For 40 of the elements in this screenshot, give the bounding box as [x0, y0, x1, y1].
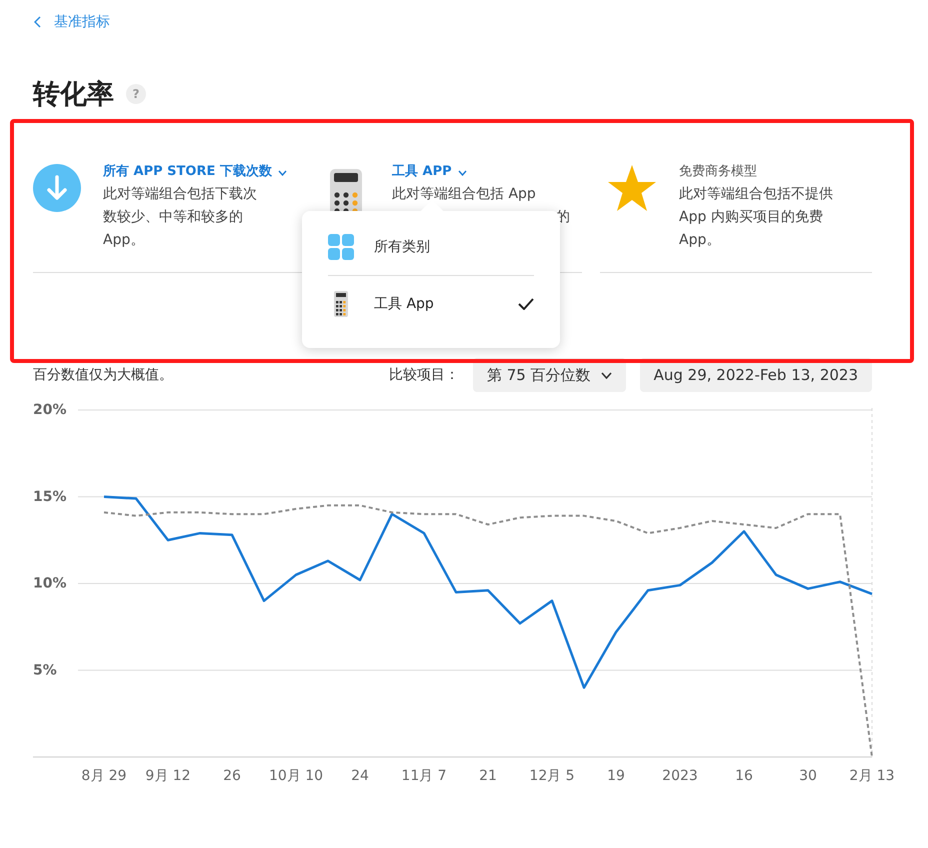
star-icon [607, 164, 657, 212]
axis-label: 10月 10 [268, 768, 324, 784]
axis-label: 19 [607, 768, 625, 784]
axis-label: 30 [799, 768, 817, 784]
card-description: 此对等端组合包括 App [392, 185, 537, 204]
menu-item[interactable]: 所有类别 [328, 219, 534, 275]
axis-label: 16 [735, 768, 753, 784]
card-description: 此对等端组合包括下载次 [103, 185, 258, 204]
page-title: 转化率 [33, 78, 114, 112]
card-description: App。 [103, 231, 146, 250]
category-link[interactable]: 所有 APP STORE 下载次数 [103, 164, 272, 179]
category-link[interactable]: 工具 APP [392, 164, 452, 179]
download-icon [33, 164, 81, 212]
caret-icon[interactable] [278, 170, 287, 176]
axis-label: 5% [33, 662, 57, 678]
axis-label: 9月 12 [145, 768, 191, 784]
axis-label: 2月 13 [849, 768, 895, 784]
axis-label: 20% [33, 402, 67, 418]
axis-label: 11月 7 [401, 768, 447, 784]
card-description: 数较少、中等和较多的 [103, 208, 244, 227]
note-text: 百分数值仅为大概值。 [33, 366, 173, 384]
checkmark-icon [518, 298, 534, 310]
axis-label: 12月 5 [529, 768, 575, 784]
axis-label: 2023 [662, 768, 698, 784]
card-description: App。 [679, 231, 722, 250]
card-title: 免费商务模型 [679, 164, 757, 179]
menu-item[interactable]: 工具 App [328, 275, 534, 332]
back-chevron-icon [34, 16, 42, 28]
axis-label: 15% [33, 488, 67, 505]
caret-icon [600, 372, 612, 378]
axis-label: 21 [479, 768, 497, 784]
axis-label: 24 [351, 768, 369, 784]
axis-label: 10% [33, 576, 67, 592]
card-description: 此对等端组合包括不提供 [679, 185, 834, 204]
caret-icon[interactable] [458, 170, 467, 176]
axis-label: 26 [223, 768, 241, 784]
compare-label: 比较项目： [388, 366, 459, 384]
axis-label: 8月 29 [81, 768, 127, 784]
card-description: App 内购买项目的免费 [679, 208, 824, 227]
grid-icon [328, 234, 354, 260]
